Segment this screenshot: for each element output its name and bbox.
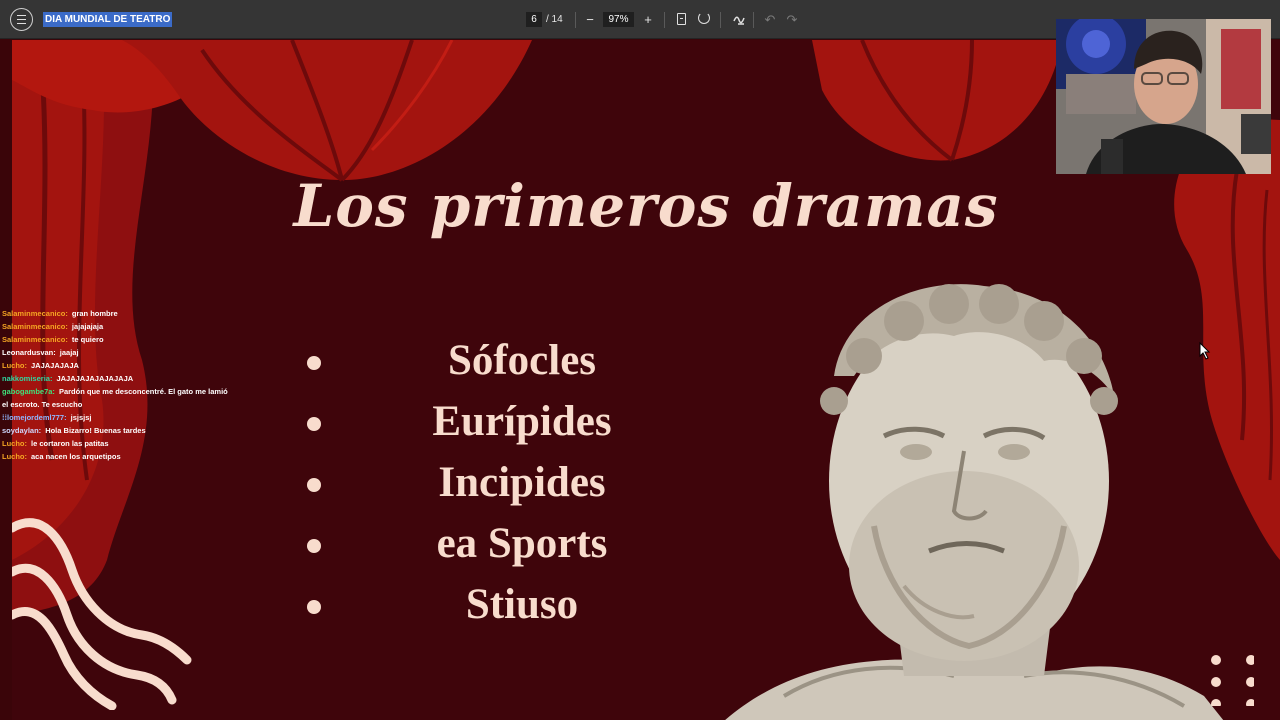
chat-message: Leonardusvan: jaajaj (2, 346, 234, 359)
document-title[interactable]: DIA MUNDIAL DE TEATRO (43, 12, 173, 27)
undo-icon[interactable]: ↶ (761, 11, 779, 29)
chat-text: JAJAJAJAJAJAJAJA (56, 374, 134, 383)
chat-text: jsjsjsj (70, 413, 92, 422)
chat-message: Salaminmecanico: gran hombre (2, 307, 234, 320)
bullet-icon (307, 478, 321, 492)
slide-title: Los primeros dramas (293, 172, 999, 240)
fit-page-icon[interactable] (677, 13, 686, 25)
chat-username: soydaylan: (2, 426, 42, 435)
chat-username: nakkomiseria: (2, 374, 53, 383)
chat-text: jaajaj (59, 348, 79, 357)
chat-username: Lucho: (2, 452, 27, 461)
chat-username: Salaminmecanico: (2, 335, 68, 344)
bullet-text: Sófocles (447, 337, 597, 384)
bullet-icon (307, 356, 321, 370)
bullet-icon (307, 417, 321, 431)
bullet-text: Stiuso (465, 581, 579, 628)
chat-text: Hola Bizarro! Buenas tardes (45, 426, 146, 435)
toolbar-divider (753, 12, 754, 28)
chat-overlay: Salaminmecanico: gran hombre Salaminmecan… (2, 307, 234, 463)
chat-message: soydaylan: Hola Bizarro! Buenas tardes (2, 424, 234, 437)
chat-message: Lucho: aca nacen los arquetipos (2, 450, 234, 463)
page-number-input[interactable]: 6 (526, 12, 542, 27)
bullet-icon (307, 600, 321, 614)
zoom-in-button[interactable]: + (639, 11, 657, 29)
bullet-text: ea Sports (436, 520, 608, 567)
menu-icon[interactable] (10, 8, 33, 31)
chat-message: Salaminmecanico: jajajajaja (2, 320, 234, 333)
page-total: / 14 (546, 14, 563, 25)
list-item: Incipides (302, 452, 732, 513)
list-item: Stiuso (302, 574, 732, 635)
list-item: Eurípides (302, 391, 732, 452)
bullet-icon (307, 539, 321, 553)
bullet-list: Sófocles Eurípides Incipides ea Sports S… (302, 330, 732, 635)
chat-username: Lucho: (2, 439, 27, 448)
rotate-icon[interactable] (698, 12, 710, 24)
webcam-feed-image (1056, 19, 1271, 174)
chat-message: Salaminmecanico: te quiero (2, 333, 234, 346)
wavy-lines-decoration (12, 518, 192, 710)
chat-text: gran hombre (71, 309, 118, 318)
chat-text: te quiero (71, 335, 104, 344)
dots-decoration (1211, 655, 1254, 706)
toolbar-divider (720, 12, 721, 28)
zoom-level-input[interactable]: 97% (603, 12, 634, 27)
chat-username: Salaminmecanico: (2, 309, 68, 318)
chat-text: jajajajaja (71, 322, 104, 331)
chat-username: gabogambe7a: (2, 387, 55, 396)
annotate-icon[interactable] (732, 12, 746, 26)
webcam-overlay (1056, 19, 1271, 174)
toolbar-divider (664, 12, 665, 28)
chat-username: Leonardusvan: (2, 348, 56, 357)
list-item: Sófocles (302, 330, 732, 391)
mouse-cursor-icon (1199, 342, 1211, 360)
chat-text: JAJAJAJAJA (31, 361, 79, 370)
chat-message: Lucho: JAJAJAJAJA (2, 359, 234, 372)
chat-text: aca nacen los arquetipos (31, 452, 121, 461)
chat-username: Salaminmecanico: (2, 322, 68, 331)
toolbar-divider (575, 12, 576, 28)
chat-username: Lucho: (2, 361, 27, 370)
bust-image (725, 284, 1224, 720)
chat-username: lomejordeml777: (7, 413, 67, 422)
chat-message: nakkomiseria: JAJAJAJAJAJAJAJA (2, 372, 234, 385)
list-item: ea Sports (302, 513, 732, 574)
chat-text: le cortaron las patitas (31, 439, 109, 448)
zoom-out-button[interactable]: − (581, 11, 599, 29)
chat-message: Lucho: le cortaron las patitas (2, 437, 234, 450)
bullet-text: Incipides (438, 459, 606, 506)
redo-icon[interactable]: ↷ (783, 11, 801, 29)
bullet-text: Eurípides (432, 398, 612, 445)
chat-message: ⁞⁞lomejordeml777: jsjsjsj (2, 411, 234, 424)
chat-message: gabogambe7a: Pardón que me desconcentré. … (2, 385, 234, 411)
